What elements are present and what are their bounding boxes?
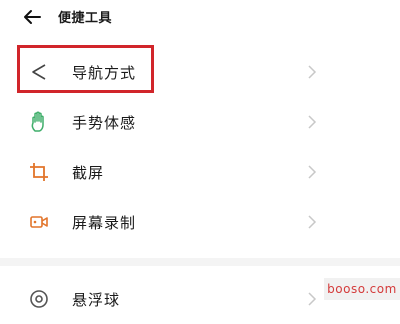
- chevron-right-icon: [308, 165, 317, 179]
- floating-ball-icon: [30, 290, 48, 308]
- screen-record-icon: [30, 216, 48, 228]
- list-item-label: 屏幕录制: [72, 214, 137, 232]
- list-item-screen-record[interactable]: 屏幕录制: [0, 197, 400, 247]
- crop-icon: [30, 163, 48, 181]
- watermark-text: booso.com: [324, 278, 400, 300]
- highlight-box: [17, 45, 154, 93]
- chevron-right-icon: [308, 215, 317, 229]
- chevron-right-icon: [308, 65, 317, 79]
- list-item-gestures[interactable]: 手势体感: [0, 97, 400, 147]
- list-item-screenshot[interactable]: 截屏: [0, 147, 400, 197]
- section-divider: [0, 258, 400, 266]
- chevron-right-icon: [308, 292, 317, 306]
- hand-gesture-icon: [31, 111, 44, 132]
- arrow-left-icon[interactable]: [22, 8, 42, 26]
- page-title: 便捷工具: [58, 11, 113, 26]
- header-bar: 便捷工具: [0, 0, 400, 36]
- list-item-label: 截屏: [72, 164, 105, 182]
- chevron-right-icon: [308, 115, 317, 129]
- list-item-label: 手势体感: [72, 114, 137, 132]
